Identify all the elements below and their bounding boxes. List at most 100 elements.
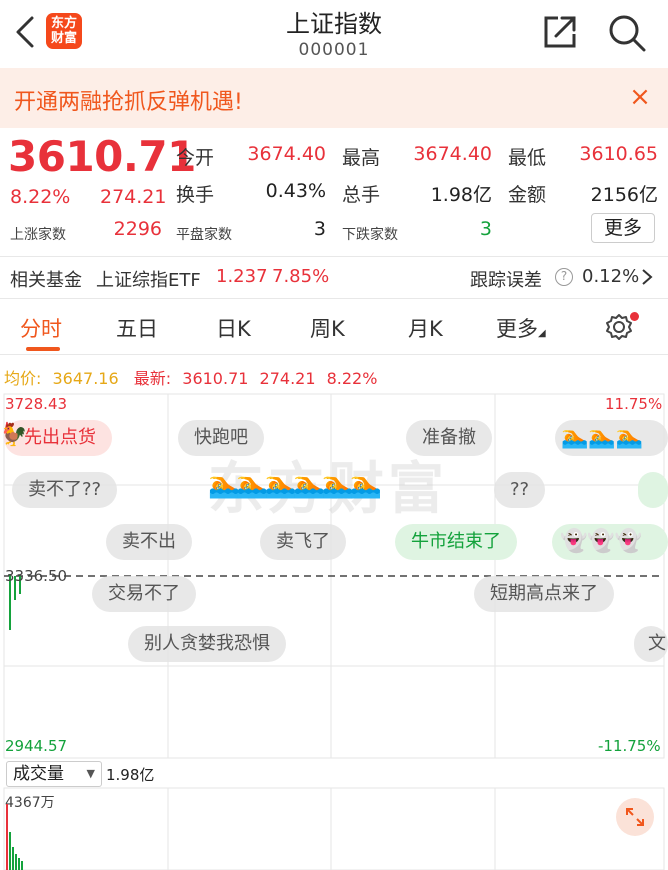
- help-icon[interactable]: ?: [555, 268, 573, 286]
- divider: [0, 354, 668, 355]
- danmaku-bubble: 快跑吧: [178, 420, 264, 456]
- fund-pct: 7.85%: [272, 266, 330, 287]
- promo-banner-text: 开通两融抢抓反弹机遇!: [14, 90, 243, 115]
- stat-value: 3610.65: [579, 143, 658, 165]
- cartoon-icon: 🐓: [0, 423, 28, 448]
- ghost-icons: 👻👻👻: [560, 529, 643, 554]
- volume-bar: [6, 804, 8, 870]
- volume-bar: [21, 861, 23, 870]
- latest-value: 3610.71: [182, 369, 249, 388]
- stat-label: 最高: [342, 147, 381, 169]
- app-logo: 东方 财富: [46, 13, 82, 49]
- y-axis-top: 3728.43: [5, 395, 68, 413]
- danmaku-bubble: 别人贪婪我恐惧: [128, 626, 286, 662]
- fund-name: 上证综指ETF: [96, 270, 201, 291]
- change-amount: 274.21: [100, 186, 167, 208]
- stat-value: 0.43%: [265, 180, 326, 202]
- up-count-label: 上涨家数: [10, 227, 66, 243]
- danmaku-bubble: ??: [494, 472, 546, 508]
- latest-label: 最新:: [133, 369, 172, 388]
- fund-price: 1.237: [216, 266, 268, 287]
- danmaku-bubble: 短期高点来了: [474, 576, 614, 612]
- chart-info-row: 均价: 3647.16 最新: 3610.71 274.21 8.22%: [4, 365, 377, 389]
- y-axis-mid: 3336.50: [5, 567, 68, 585]
- divider: [0, 298, 668, 299]
- danmaku-bubble: 准备撤: [406, 420, 492, 456]
- expand-icon: [626, 808, 644, 826]
- danmaku-bubble: 卖不出: [106, 524, 192, 560]
- notification-dot: [630, 312, 639, 321]
- tab-monthly-k[interactable]: 月K: [408, 313, 443, 343]
- tab-intraday[interactable]: 分时: [20, 313, 62, 343]
- danmaku-bubble: 卖不了??: [12, 472, 118, 508]
- stat-label: 最低: [508, 147, 547, 169]
- stock-code: 000001: [298, 40, 370, 60]
- up-count: 2296: [113, 218, 162, 240]
- promo-banner[interactable]: 开通两融抢抓反弹机遇! ×: [0, 68, 668, 128]
- danmaku-bubble: 卖飞了: [260, 524, 346, 560]
- share-icon[interactable]: [540, 12, 580, 52]
- volume-value: 1.98亿: [106, 766, 155, 784]
- stat-label: 今开: [176, 147, 215, 169]
- volume-bar: [18, 858, 20, 870]
- danmaku-bubble: 🏊🏊🏊: [555, 420, 668, 456]
- close-icon[interactable]: ×: [624, 82, 656, 112]
- back-arrow-icon[interactable]: [10, 14, 42, 50]
- volume-max: 4367万: [5, 795, 55, 811]
- page-title: 上证指数: [286, 10, 382, 38]
- current-price: 3610.71: [8, 132, 196, 181]
- stat-label: 金额: [508, 184, 547, 206]
- danmaku-text: 先出点货: [24, 427, 96, 448]
- fund-label: 相关基金: [10, 270, 82, 291]
- flat-count-label: 平盘家数: [176, 227, 232, 243]
- down-count: 3: [479, 218, 492, 240]
- pct-axis-bottom: -11.75%: [598, 737, 661, 755]
- swimmer-icons: 🏊🏊🏊🏊🏊🏊: [208, 470, 382, 500]
- pct-axis-top: 11.75%: [605, 395, 663, 413]
- volume-selector-label: 成交量: [13, 764, 64, 784]
- volume-bar: [9, 832, 11, 870]
- tracking-error-label: 跟踪误差: [470, 270, 542, 291]
- volume-bar: [12, 847, 14, 870]
- stat-value: 2156亿: [590, 184, 658, 206]
- related-fund-row[interactable]: 相关基金 上证综指ETF 1.237 7.85% 跟踪误差 ? 0.12%: [0, 257, 668, 297]
- tab-more[interactable]: 更多◢: [496, 313, 546, 343]
- stat-value: 3674.40: [247, 143, 326, 165]
- stat-value: 3674.40: [413, 143, 492, 165]
- danmaku-bubble: 文: [634, 626, 668, 662]
- stat-label: 换手: [176, 184, 215, 206]
- expand-button[interactable]: [616, 798, 654, 836]
- avg-label: 均价:: [4, 369, 42, 388]
- danmaku-bubble: 交易不了: [92, 576, 196, 612]
- tab-weekly-k[interactable]: 周K: [310, 313, 345, 343]
- stat-value: 1.98亿: [430, 184, 492, 206]
- more-stats-button[interactable]: 更多: [591, 213, 655, 243]
- tracking-error-value: 0.12%: [582, 266, 640, 287]
- tab-active-indicator: [26, 347, 60, 351]
- change-percent: 8.22%: [10, 186, 71, 208]
- chevron-right-icon: [640, 267, 654, 291]
- y-axis-bottom: 2944.57: [5, 737, 68, 755]
- volume-bar: [15, 854, 17, 870]
- tab-more-label: 更多: [496, 317, 538, 341]
- danmaku-bubble: 牛市结束了: [395, 524, 517, 560]
- flat-count: 3: [313, 218, 326, 240]
- latest-pct: 8.22%: [326, 369, 378, 388]
- latest-change: 274.21: [259, 369, 316, 388]
- triangle-down-icon: ◢: [538, 328, 546, 339]
- settings-icon[interactable]: [604, 312, 639, 346]
- chevron-down-icon: ▼: [86, 767, 95, 780]
- swimmer-icons: 🏊🏊🏊: [561, 425, 644, 450]
- tab-five-day[interactable]: 五日: [116, 313, 158, 343]
- search-icon[interactable]: [606, 12, 648, 54]
- tab-daily-k[interactable]: 日K: [216, 313, 251, 343]
- avg-value: 3647.16: [52, 369, 119, 388]
- danmaku-bubble: 👻👻👻: [552, 524, 668, 560]
- danmaku-bubble: 🐓 先出点货: [0, 420, 112, 456]
- volume-selector[interactable]: 成交量 ▼: [6, 761, 102, 787]
- down-count-label: 下跌家数: [342, 227, 398, 243]
- header: 东方 财富 上证指数 000001: [0, 0, 668, 68]
- stat-label: 总手: [342, 184, 381, 206]
- danmaku-bubble-clipped: [638, 472, 668, 508]
- intraday-chart[interactable]: 东方财富 3728.43 11.75% 3336.50 2944.57 -11.…: [0, 392, 668, 870]
